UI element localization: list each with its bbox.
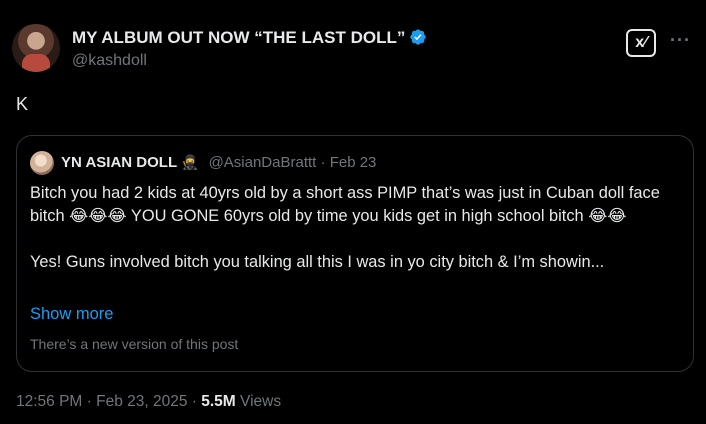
quoted-post-header: YN ASIAN DOLL 🥷 @AsianDaBrattt · Feb 23 (61, 154, 376, 171)
quoted-post-paragraph: Yes! Guns involved bitch you talking all… (30, 253, 605, 271)
author-avatar[interactable] (12, 24, 60, 72)
views-count[interactable]: 5.5M (201, 393, 235, 410)
quoted-post[interactable]: YN ASIAN DOLL 🥷 @AsianDaBrattt · Feb 23 Bi… (16, 135, 694, 372)
show-more-link[interactable]: Show more (30, 305, 113, 324)
verified-badge-icon (410, 29, 427, 45)
post-text: K (16, 94, 29, 114)
quoted-author-handle: @AsianDaBrattt (208, 154, 317, 171)
views-label: Views (240, 393, 282, 410)
author-handle[interactable]: @kashdoll (72, 52, 147, 70)
ninja-emoji-icon: 🥷 (181, 154, 199, 170)
quoted-post-date: Feb 23 (329, 154, 377, 171)
new-version-notice[interactable]: There’s a new version of this post (30, 336, 238, 352)
grok-icon[interactable]: x⁄ (626, 29, 656, 57)
quoted-post-paragraph: Bitch you had 2 kids at 40yrs old by a s… (30, 184, 660, 225)
quoted-post-body: Bitch you had 2 kids at 40yrs old by a s… (30, 182, 680, 274)
quoted-author-avatar (30, 151, 54, 175)
more-options-icon[interactable]: ··· (670, 30, 691, 51)
quoted-author-display-name: YN ASIAN DOLL (61, 154, 178, 171)
author-display-name[interactable]: MY ALBUM OUT NOW “THE LAST DOLL” (72, 28, 427, 48)
post-timestamp[interactable]: 12:56 PM · Feb 23, 2025 (16, 393, 187, 410)
meta-separator: · (316, 154, 330, 171)
post-footer: 12:56 PM · Feb 23, 2025 · 5.5M Views (16, 393, 281, 411)
footer-separator: · (187, 393, 202, 410)
author-display-name-text[interactable]: MY ALBUM OUT NOW “THE LAST DOLL” (72, 28, 405, 47)
